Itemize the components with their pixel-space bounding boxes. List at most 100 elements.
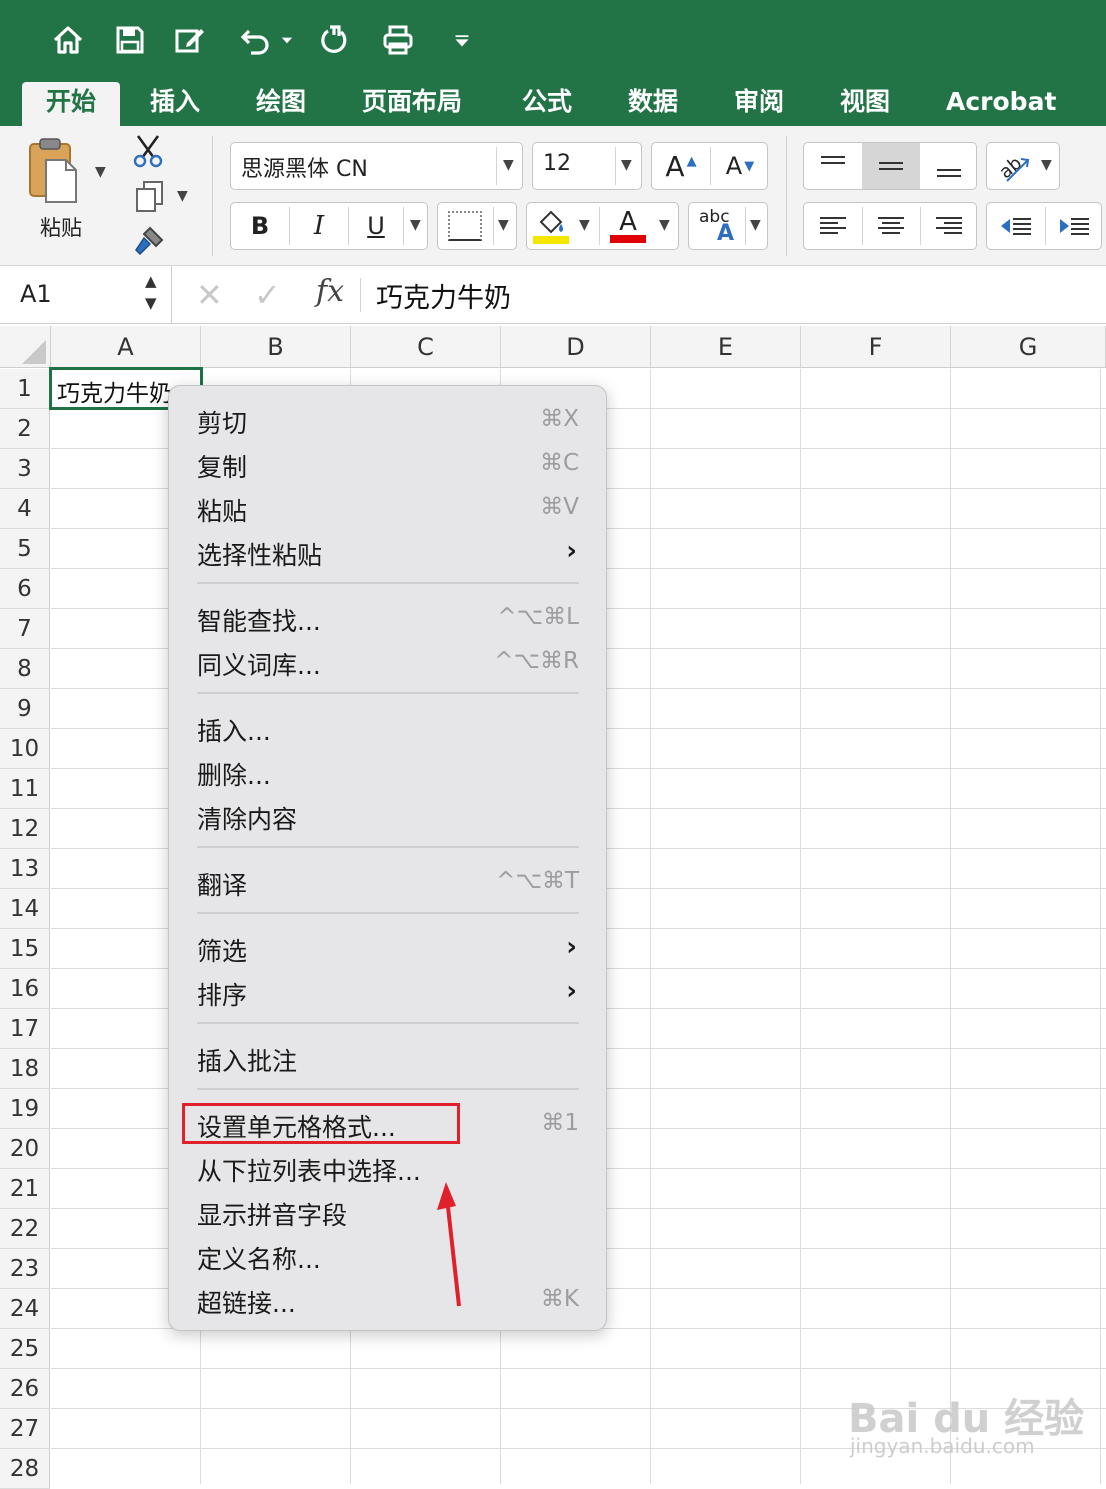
phonetic-button[interactable]: abc A ▼ xyxy=(688,202,768,250)
row-header[interactable]: 4 xyxy=(0,489,50,529)
row-header[interactable]: 10 xyxy=(0,729,50,769)
paste-dropdown-icon[interactable]: ▼ xyxy=(95,164,106,180)
menu-item-insert[interactable]: 插入... xyxy=(197,708,579,748)
tab-draw[interactable]: 绘图 xyxy=(232,82,330,126)
row-header[interactable]: 21 xyxy=(0,1169,50,1209)
column-header[interactable]: D xyxy=(501,326,651,368)
row-header[interactable]: 23 xyxy=(0,1249,50,1289)
row-header[interactable]: 11 xyxy=(0,769,50,809)
tab-home[interactable]: 开始 xyxy=(22,82,121,126)
font-color-dropdown-icon[interactable]: ▼ xyxy=(659,217,670,233)
paste-icon[interactable] xyxy=(26,136,82,208)
menu-item-insert-comment[interactable]: 插入批注 xyxy=(197,1038,579,1078)
orientation-button[interactable]: ab ▼ xyxy=(986,142,1060,190)
paste-label[interactable]: 粘贴 xyxy=(40,212,82,242)
borders-button[interactable]: ▼ xyxy=(437,202,517,250)
copy-icon[interactable] xyxy=(134,180,164,212)
increase-indent-icon[interactable] xyxy=(1045,203,1103,249)
menu-item-pick-from-list[interactable]: 从下拉列表中选择... xyxy=(197,1148,579,1188)
tab-acrobat[interactable]: Acrobat xyxy=(922,82,1080,126)
formula-input[interactable]: 巧克力牛奶 xyxy=(376,276,511,315)
align-center-icon[interactable] xyxy=(862,203,920,249)
borders-dropdown-icon[interactable]: ▼ xyxy=(498,217,509,233)
customize-icon[interactable] xyxy=(442,18,482,62)
format-painter-icon[interactable] xyxy=(132,224,166,256)
row-header[interactable]: 27 xyxy=(0,1409,50,1449)
row-header[interactable]: 7 xyxy=(0,609,50,649)
tab-page-layout[interactable]: 页面布局 xyxy=(338,82,486,126)
row-header[interactable]: 12 xyxy=(0,809,50,849)
name-box-down-icon[interactable]: ▼ xyxy=(145,294,157,312)
menu-item-translate[interactable]: 翻译 ^⌥⌘T xyxy=(197,862,579,902)
column-header[interactable]: F xyxy=(801,326,951,368)
column-header[interactable]: G xyxy=(951,326,1106,368)
font-color-button[interactable]: A xyxy=(603,203,653,249)
row-header[interactable]: 28 xyxy=(0,1449,50,1489)
row-header[interactable]: 19 xyxy=(0,1089,50,1129)
row-header[interactable]: 17 xyxy=(0,1009,50,1049)
row-header[interactable]: 18 xyxy=(0,1049,50,1089)
menu-item-filter[interactable]: 筛选 › xyxy=(197,928,579,968)
select-all-corner[interactable] xyxy=(0,326,51,368)
orientation-dropdown-icon[interactable]: ▼ xyxy=(1041,157,1052,173)
home-icon[interactable] xyxy=(48,18,88,62)
menu-item-clear-contents[interactable]: 清除内容 xyxy=(197,796,579,836)
menu-item-define-name[interactable]: 定义名称... xyxy=(197,1236,579,1276)
menu-item-delete[interactable]: 删除... xyxy=(197,752,579,792)
name-box[interactable]: A1 ▲ ▼ xyxy=(0,266,172,323)
undo-dropdown-icon[interactable] xyxy=(272,18,302,62)
row-header[interactable]: 24 xyxy=(0,1289,50,1329)
align-middle-icon[interactable] xyxy=(862,143,920,189)
tab-review[interactable]: 审阅 xyxy=(710,82,808,126)
tab-insert[interactable]: 插入 xyxy=(126,82,224,126)
row-header[interactable]: 14 xyxy=(0,889,50,929)
menu-item-hyperlink[interactable]: 超链接... ⌘K xyxy=(197,1280,579,1320)
menu-item-smart-lookup[interactable]: 智能查找... ^⌥⌘L xyxy=(197,598,579,638)
column-header[interactable]: E xyxy=(651,326,801,368)
name-box-up-icon[interactable]: ▲ xyxy=(145,272,157,290)
row-header[interactable]: 20 xyxy=(0,1129,50,1169)
row-header[interactable]: 13 xyxy=(0,849,50,889)
row-header[interactable]: 15 xyxy=(0,929,50,969)
font-name-dropdown-icon[interactable]: ▼ xyxy=(503,157,514,173)
column-header[interactable]: A xyxy=(51,326,201,368)
row-header[interactable]: 6 xyxy=(0,569,50,609)
decrease-indent-icon[interactable] xyxy=(987,203,1045,249)
align-left-icon[interactable] xyxy=(804,203,862,249)
row-header[interactable]: 22 xyxy=(0,1209,50,1249)
row-header[interactable]: 3 xyxy=(0,449,50,489)
column-header[interactable]: C xyxy=(351,326,501,368)
column-header[interactable]: B xyxy=(201,326,351,368)
tab-data[interactable]: 数据 xyxy=(604,82,702,126)
menu-item-paste-special[interactable]: 选择性粘贴 › xyxy=(197,532,579,572)
underline-button[interactable]: U xyxy=(349,203,403,249)
shrink-font-button[interactable]: A ▼ xyxy=(711,143,769,189)
tab-view[interactable]: 视图 xyxy=(816,82,914,126)
undo-icon[interactable] xyxy=(236,18,276,62)
bold-button[interactable]: B xyxy=(231,203,289,249)
align-bottom-icon[interactable] xyxy=(920,143,978,189)
row-header[interactable]: 8 xyxy=(0,649,50,689)
menu-item-paste[interactable]: 粘贴 ⌘V xyxy=(197,488,579,528)
fill-color-dropdown-icon[interactable]: ▼ xyxy=(579,217,590,233)
fill-color-button[interactable] xyxy=(527,203,575,249)
redo-icon[interactable] xyxy=(314,18,354,62)
menu-item-thesaurus[interactable]: 同义词库... ^⌥⌘R xyxy=(197,642,579,682)
cancel-icon[interactable]: ✕ xyxy=(196,276,223,314)
menu-item-show-phonetic[interactable]: 显示拼音字段 xyxy=(197,1192,579,1232)
row-header[interactable]: 26 xyxy=(0,1369,50,1409)
phonetic-dropdown-icon[interactable]: ▼ xyxy=(750,217,761,233)
align-top-icon[interactable] xyxy=(804,143,862,189)
menu-item-cut[interactable]: 剪切 ⌘X xyxy=(197,400,579,440)
menu-item-copy[interactable]: 复制 ⌘C xyxy=(197,444,579,484)
font-size-dropdown-icon[interactable]: ▼ xyxy=(621,157,632,173)
row-header[interactable]: 5 xyxy=(0,529,50,569)
row-header[interactable]: 9 xyxy=(0,689,50,729)
menu-item-sort[interactable]: 排序 › xyxy=(197,972,579,1012)
cut-icon[interactable] xyxy=(132,134,164,168)
row-header[interactable]: 2 xyxy=(0,409,50,449)
save-icon[interactable] xyxy=(110,18,150,62)
insert-function-button[interactable]: fx xyxy=(316,274,344,309)
print-icon[interactable] xyxy=(378,18,418,62)
confirm-icon[interactable]: ✓ xyxy=(254,276,281,314)
